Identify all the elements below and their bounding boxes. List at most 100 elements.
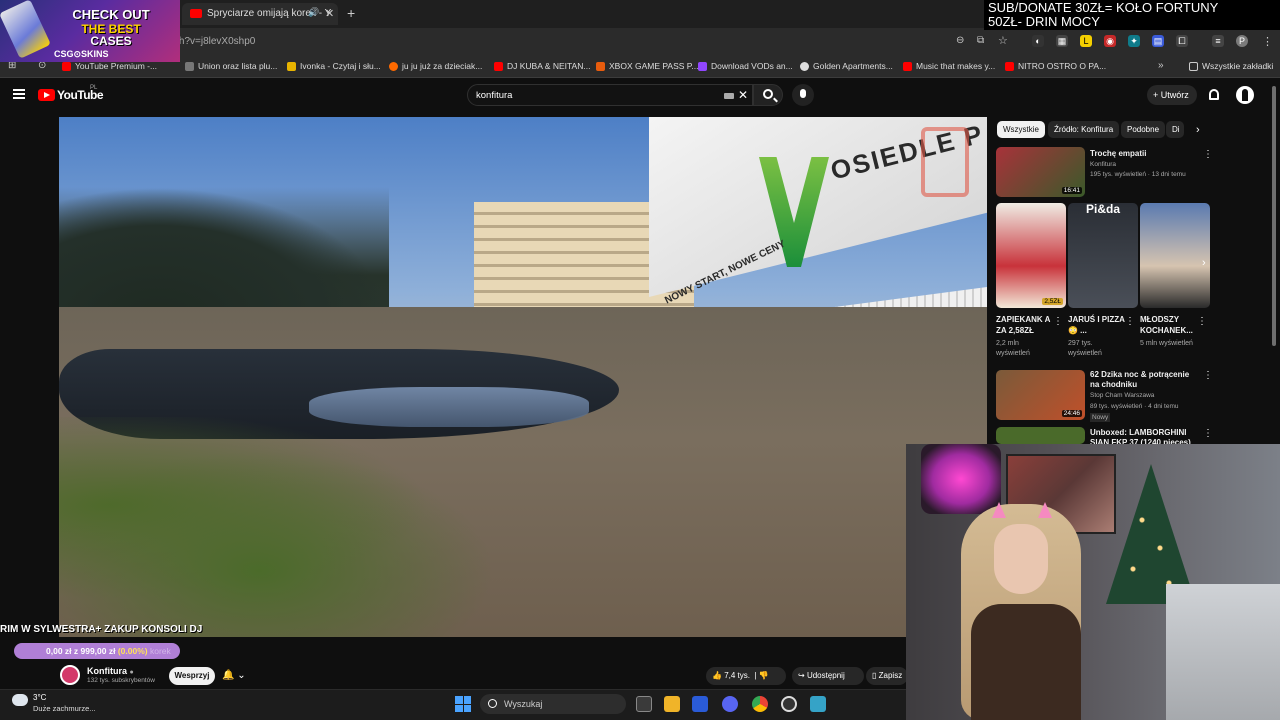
like-button[interactable]: 👍 7,4 tys. | 👎 xyxy=(706,667,786,685)
microphone-rgb xyxy=(921,444,1001,514)
all-bookmarks-folder[interactable]: Wszystkie zakładki xyxy=(1189,61,1273,72)
more-options-icon[interactable]: ⋮ xyxy=(1125,316,1135,327)
extension-icon[interactable]: L xyxy=(1080,35,1092,47)
account-avatar[interactable] xyxy=(1236,86,1254,104)
bookmark-star-icon[interactable]: ☆ xyxy=(998,34,1008,47)
notepad-icon[interactable] xyxy=(810,696,826,712)
taskbar-search-input[interactable]: Wyszukaj xyxy=(480,694,626,714)
voice-search-mic-icon[interactable] xyxy=(792,84,814,106)
media-controls-icon[interactable]: ≡ xyxy=(1212,35,1224,47)
bookmark-item[interactable]: ju ju już za dzieciak... xyxy=(389,61,482,72)
more-options-icon[interactable]: ⋮ xyxy=(1197,316,1207,327)
close-icon[interactable]: ✕ xyxy=(325,7,334,20)
youtube-logo-icon[interactable] xyxy=(38,89,55,101)
bookmark-item[interactable]: Golden Apartments... xyxy=(800,61,893,72)
bookmark-item[interactable]: Union oraz lista plu... xyxy=(185,61,277,72)
short-title[interactable]: MŁODSZY KOCHANEK... xyxy=(1140,314,1198,336)
speaker-icon[interactable]: 🔊 xyxy=(308,7,319,18)
video-thumbnail[interactable] xyxy=(996,427,1085,444)
search-input[interactable]: konfitura xyxy=(467,84,753,106)
video-channel[interactable]: Konfitura xyxy=(1090,160,1116,169)
task-view-icon[interactable] xyxy=(636,696,652,712)
more-options-icon[interactable]: ⋮ xyxy=(1203,428,1213,439)
bookmark-item[interactable]: Ivonka - Czytaj i słu... xyxy=(287,61,381,72)
discord-icon[interactable] xyxy=(722,696,738,712)
short-thumbnail[interactable] xyxy=(1140,203,1210,308)
obs-icon[interactable] xyxy=(781,696,797,712)
weather-temperature[interactable]: 3°C xyxy=(33,693,46,702)
new-tab-button[interactable]: + xyxy=(347,5,355,21)
thumbs-up-icon: 👍 xyxy=(712,671,722,680)
support-button[interactable]: Wesprzyj xyxy=(169,667,215,685)
chip-related[interactable]: Podobne xyxy=(1121,121,1166,138)
profile-avatar-icon[interactable]: P xyxy=(1236,35,1248,47)
keyboard-icon[interactable] xyxy=(724,93,734,99)
more-options-icon[interactable]: ⋮ xyxy=(1203,149,1213,160)
notifications-bell-icon[interactable] xyxy=(1209,89,1219,100)
verified-icon: ● xyxy=(129,669,134,676)
tree-lights xyxy=(1106,464,1196,604)
save-button[interactable]: ▯ Zapisz xyxy=(866,667,908,685)
video-thumbnail[interactable]: 24:46 xyxy=(996,370,1085,420)
windows-start-icon[interactable] xyxy=(455,696,471,712)
create-button[interactable]: + Utwórz xyxy=(1147,85,1197,105)
bookmark-favicon-icon xyxy=(287,62,296,72)
more-options-icon[interactable]: ⋮ xyxy=(1053,316,1063,327)
video-player[interactable]: OSIEDLE P NOWY START, NOWE CENY xyxy=(59,117,987,637)
video-title[interactable]: 62 Dzika noc & potrącenie na chodniku xyxy=(1090,370,1200,390)
video-title[interactable]: Unboxed: LAMBORGHINI SIAN FKP 37 (1240 p… xyxy=(1090,428,1200,445)
share-button[interactable]: ↪ Udostępnij xyxy=(792,667,864,685)
short-title[interactable]: ZAPIEKANK A ZA 2,58ZŁ xyxy=(996,314,1054,336)
bookmark-item[interactable]: DJ KUBA & NEITAN... xyxy=(494,61,590,72)
video-thumbnail[interactable]: 16:41 xyxy=(996,147,1085,197)
weather-description[interactable]: Duże zachmurze... xyxy=(33,704,96,713)
zoom-icon[interactable]: ⊖ xyxy=(956,35,964,46)
channel-avatar[interactable] xyxy=(60,665,80,685)
short-title[interactable]: JARUŚ I PIZZA 😳 ... xyxy=(1068,314,1126,336)
bookmark-item[interactable]: Download VODs an... xyxy=(698,61,793,72)
bookmark-item[interactable]: XBOX GAME PASS P... xyxy=(596,61,699,72)
clear-search-icon[interactable]: ✕ xyxy=(738,88,748,102)
notification-settings-button[interactable]: 🔔 ⌄ xyxy=(222,667,258,685)
chevron-right-icon[interactable]: › xyxy=(1196,124,1200,136)
extension-icon[interactable]: ◉ xyxy=(1104,35,1116,47)
donation-goal-bar: 0,00 zł z 999,00 zł (0.00%) korek xyxy=(14,643,180,659)
extension-icon[interactable]: ▦ xyxy=(1056,35,1068,47)
chip-more[interactable]: Di xyxy=(1166,121,1184,138)
extension-icon[interactable]: ✦ xyxy=(1128,35,1140,47)
file-explorer-icon[interactable] xyxy=(664,696,680,712)
youtube-icon xyxy=(1005,62,1014,72)
bookmark-label: Music that makes y... xyxy=(916,61,996,71)
bookmark-item[interactable]: Music that makes y... xyxy=(903,61,996,72)
youtube-icon xyxy=(494,62,503,72)
extension-icon[interactable]: ◐ xyxy=(1032,35,1044,47)
video-channel[interactable]: Stop Cham Warszawa xyxy=(1090,391,1154,400)
bookmark-item[interactable]: YouTube Premium -... xyxy=(62,61,157,72)
page-scrollbar[interactable] xyxy=(1272,86,1276,346)
search-button[interactable] xyxy=(753,84,783,106)
cast-icon[interactable]: ⧉ xyxy=(977,35,984,46)
microsoft-store-icon[interactable] xyxy=(692,696,708,712)
thumbs-down-icon[interactable]: 👎 xyxy=(759,671,769,680)
channel-subscriber-count: 132 tys. subskrybentów xyxy=(87,677,155,684)
browser-menu-icon[interactable]: ⋮ xyxy=(1262,35,1273,48)
extension-icon[interactable]: ▤ xyxy=(1152,35,1164,47)
short-thumbnail[interactable]: 2,5ZŁ xyxy=(996,203,1066,308)
chip-all[interactable]: Wszystkie xyxy=(997,121,1045,138)
chrome-icon[interactable] xyxy=(752,696,768,712)
bookmark-label: XBOX GAME PASS P... xyxy=(609,61,699,71)
channel-name[interactable]: Konfitura ● xyxy=(87,666,134,676)
bookmark-item[interactable]: NITRO OSTRO O PA... xyxy=(1005,61,1106,72)
windows-taskbar xyxy=(0,689,906,720)
video-title[interactable]: Trochę empatii xyxy=(1090,149,1200,159)
more-options-icon[interactable]: ⋮ xyxy=(1203,370,1213,381)
short-thumbnail[interactable]: Pi&da xyxy=(1068,203,1138,308)
hamburger-menu-icon[interactable] xyxy=(13,89,25,99)
channel-name-text: Konfitura xyxy=(87,666,127,676)
chevron-right-icon[interactable]: › xyxy=(1202,257,1206,269)
chip-from-channel[interactable]: Źródło: Konfitura xyxy=(1048,121,1120,138)
folder-icon xyxy=(1189,62,1198,72)
cloud-icon[interactable] xyxy=(12,694,28,706)
chevron-right-icon[interactable]: » xyxy=(1158,60,1164,71)
extensions-puzzle-icon[interactable]: ⧠ xyxy=(1176,35,1188,47)
